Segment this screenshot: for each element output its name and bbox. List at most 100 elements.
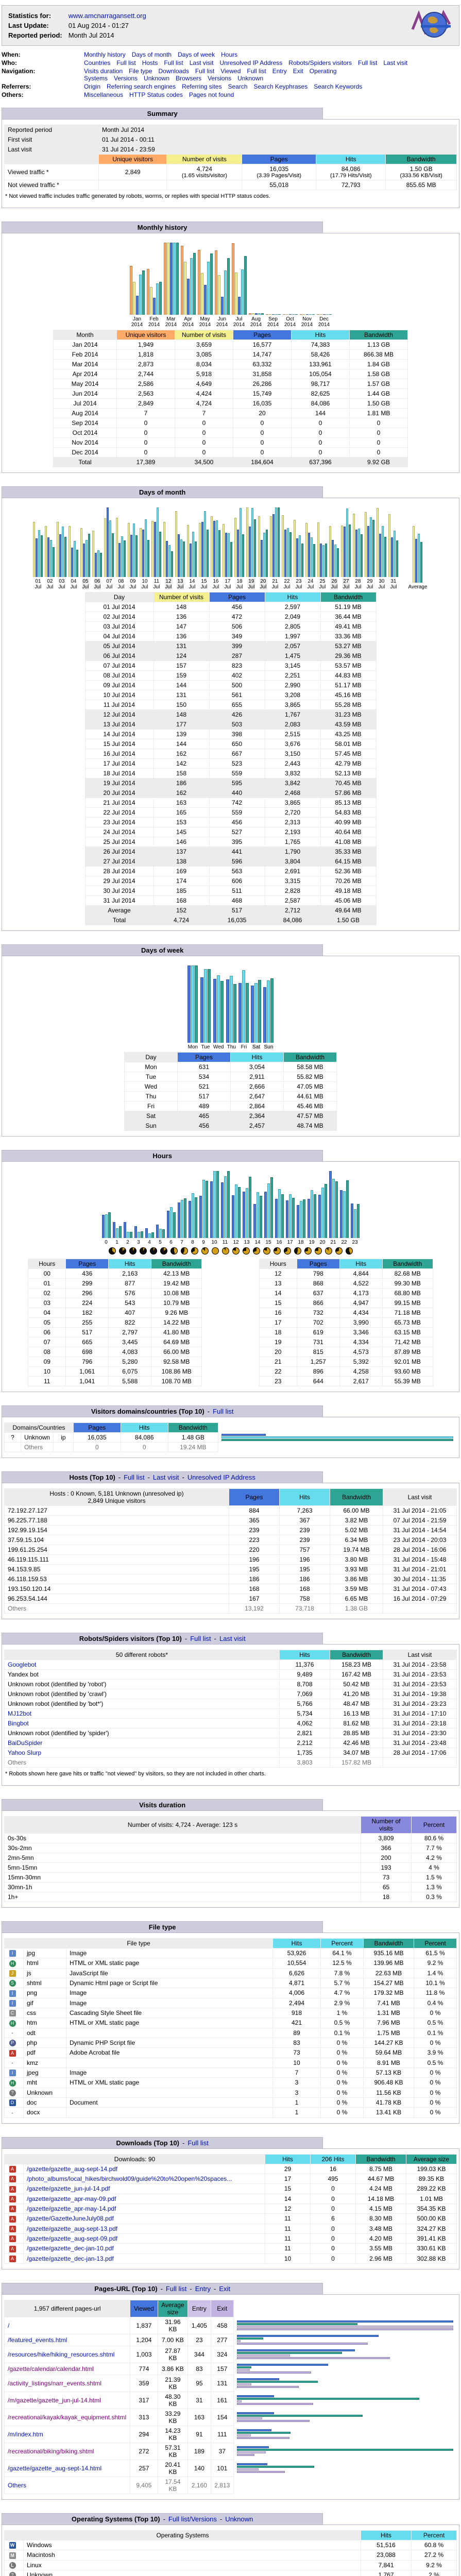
page-url-bars [237,2349,453,2360]
menu-link[interactable]: Referring search engines [107,83,176,90]
page-url-link[interactable]: /m/index.htm [8,2431,43,2438]
download-link[interactable]: /gazette/gazette_aug-sept-09.pdf [27,2235,117,2242]
page-url-link[interactable]: /activity_listings/narr_events.shtml [8,2380,101,2387]
download-row: A /gazette/gazette_apr-may-14.pdf 12 0 4.… [4,2203,457,2214]
menu-link[interactable]: Browsers [176,75,201,82]
menu-link[interactable]: Robots/Spiders visitors [288,59,352,66]
page-url-link[interactable]: /gazette/gazette_aug-sept-14.html [8,2465,101,2472]
section-title: Robots/Spiders visitors (Top 10) [79,1635,182,1642]
menu-link[interactable]: Hosts [142,59,158,66]
section-link[interactable]: Unknown [225,2515,253,2523]
section-link[interactable]: Last visit [219,1635,246,1642]
section-link[interactable]: Last visit [153,1473,179,1481]
section-link[interactable]: Full list [187,2139,208,2147]
section-domains-countries: Visitors domains/countries (Top 10) - Full… [2,1405,459,1458]
domains-table: Domains/Countries Pages Hits Bandwidth ?… [4,1422,457,1452]
menu-link[interactable]: Full list [195,67,214,75]
menu-link[interactable]: Downloads [159,67,189,75]
hour-row: 20 815 4,573 87.89 MB [259,1347,433,1357]
menu-link[interactable]: Miscellaneous [84,91,123,98]
menu-link[interactable]: Last visit [383,59,407,66]
menu-link[interactable]: Hours [221,51,237,58]
section-link[interactable]: Entry [195,2285,211,2293]
menu-link[interactable]: Versions [208,75,231,82]
section-link[interactable]: Exit [219,2285,230,2293]
menu-link[interactable]: Countries [84,59,110,66]
section-hours: Hours 0 1 2 3 4 5 6 7 8 9 10 11 12 13 14 15 16 17 18 19 20 21… [2,1150,459,1392]
download-link[interactable]: /gazette/gazette_apr-may-14.pdf [27,2205,116,2212]
site-name[interactable]: www.amcnarragansett.org [67,11,150,20]
menu-link[interactable]: HTTP Status codes [129,91,183,98]
hour-pie-icon [191,1247,198,1255]
section-title: Visits duration [139,1801,186,1809]
file-type-row: I jpeg Image 70 % 57.13 KB 0 % [4,2067,457,2078]
robot-row: Others 3,803 157.82 MB [4,1757,457,1768]
menu-link[interactable]: Entry [272,67,287,75]
page-url-link[interactable]: /resources/hike/hiking_resources.shtml [8,2351,114,2358]
page-url-link[interactable]: /m/gazette/gazette_jun-jul-14.html [8,2397,101,2404]
section-link[interactable]: Unresolved IP Address [187,1473,255,1481]
file-type-icon: D [9,2099,16,2107]
menu-link[interactable]: Search Keyphrases [254,83,308,90]
menu-link[interactable]: File type [129,67,152,75]
menu-link[interactable]: Exit [293,67,303,75]
menu-link[interactable]: Unknown [144,75,169,82]
download-link[interactable]: /gazette/gazette_dec-jan-13.pdf [27,2255,114,2262]
download-link[interactable]: /gazette/gazette_dec-jan-10.pdf [27,2245,114,2252]
download-link[interactable]: /photo_albums/local_hikes/birchwold09/gu… [27,2175,232,2182]
flag-icon: ? [4,1432,21,1443]
reported-period-value[interactable]: Month Jul 2014 [67,31,150,40]
report-header-table: Statistics for: www.amcnarragansett.org … [6,10,151,41]
section-link[interactable]: Full list [213,1408,233,1415]
download-link[interactable]: /gazette/GazetteJuneJuly08.pdf [27,2215,114,2222]
pdf-file-icon: A [9,2255,16,2262]
page-url-link[interactable]: /recreational/kayak/kayak_equipment.shtm… [8,2414,126,2421]
download-link[interactable]: /gazette/gazette_aug-sept-14.pdf [27,2165,117,2173]
day-row: 24 Jul 2014 145 527 2,193 40.64 MB [84,827,377,837]
menu-link[interactable]: Unknown [237,75,263,82]
page-url-link[interactable]: / [8,2322,9,2329]
menu-link[interactable]: Pages not found [189,91,234,98]
day-row: 01 Jul 2014 148 456 2,597 51.19 MB [84,602,377,612]
menu-row-referrers: Referrers: Origin Referring search engine… [2,83,459,90]
menu-link[interactable]: Viewed [220,67,241,75]
page-url-link[interactable]: /featured_events.html [8,2336,67,2344]
page-url-link[interactable]: Others [8,2482,26,2489]
menu-link[interactable]: Full list [164,59,183,66]
menu-link[interactable]: Unresolved IP Address [219,59,282,66]
menu-link[interactable]: Origin [84,83,100,90]
menu-link[interactable]: Versions [114,75,138,82]
menu-link[interactable]: Days of week [178,51,215,58]
menu-link[interactable]: Days of month [132,51,172,58]
hour-row: 08 698 4,083 66.00 MB [28,1347,202,1357]
awstats-logo-icon [408,9,455,42]
day-row: Average 152 517 2,712 49.64 MB [84,905,377,916]
monthly-row: Jul 2014 2,849 4,724 16,035 84,086 1.50 GB [53,398,408,409]
download-link[interactable]: /gazette/gazette_aug-sept-13.pdf [27,2225,117,2232]
file-type-row: - odt 89 0.1 % 1.75 MB 0.1 % [4,2027,457,2038]
page-url-link[interactable]: /gazette/calendar/calendar.html [8,2365,94,2372]
download-link[interactable]: /gazette/gazette_apr-may-09.pdf [27,2195,116,2202]
menu-link[interactable]: Search Keywords [314,83,362,90]
menu-link[interactable]: Visits duration [84,67,123,75]
menu-link[interactable]: Search [228,83,247,90]
menu-link[interactable]: Full list [116,59,135,66]
host-row: 46.119.115.111 196 196 3.80 MB 31 Jul 2014 … [4,1554,457,1565]
section-link[interactable]: Full list/Versions [168,2515,217,2523]
menu-link[interactable]: Monthly history [84,51,126,58]
menu-link[interactable]: Full list [358,59,377,66]
page-url-link[interactable]: /recreational/biking/biking.shtml [8,2448,94,2455]
hour-pie-icon [170,1247,178,1255]
download-link[interactable]: /gazette/gazette_jun-jul-14.pdf [27,2185,110,2192]
os-icon: M [9,2552,16,2559]
col-bandwidth: Bandwidth [385,154,457,164]
menu-link[interactable]: Last visit [190,59,214,66]
section-link[interactable]: Full list [124,1473,144,1481]
section-link[interactable]: Full list [190,1635,211,1642]
menu-link[interactable]: Referring sites [182,83,221,90]
section-link[interactable]: Full list [166,2285,186,2293]
menu-link[interactable]: Full list [247,67,266,75]
hour-pie-icon [149,1247,157,1255]
hour-pie-icon [252,1247,260,1255]
host-row: 46.118.159.53 186 186 3.86 MB 30 Jul 2014 -… [4,1574,457,1584]
